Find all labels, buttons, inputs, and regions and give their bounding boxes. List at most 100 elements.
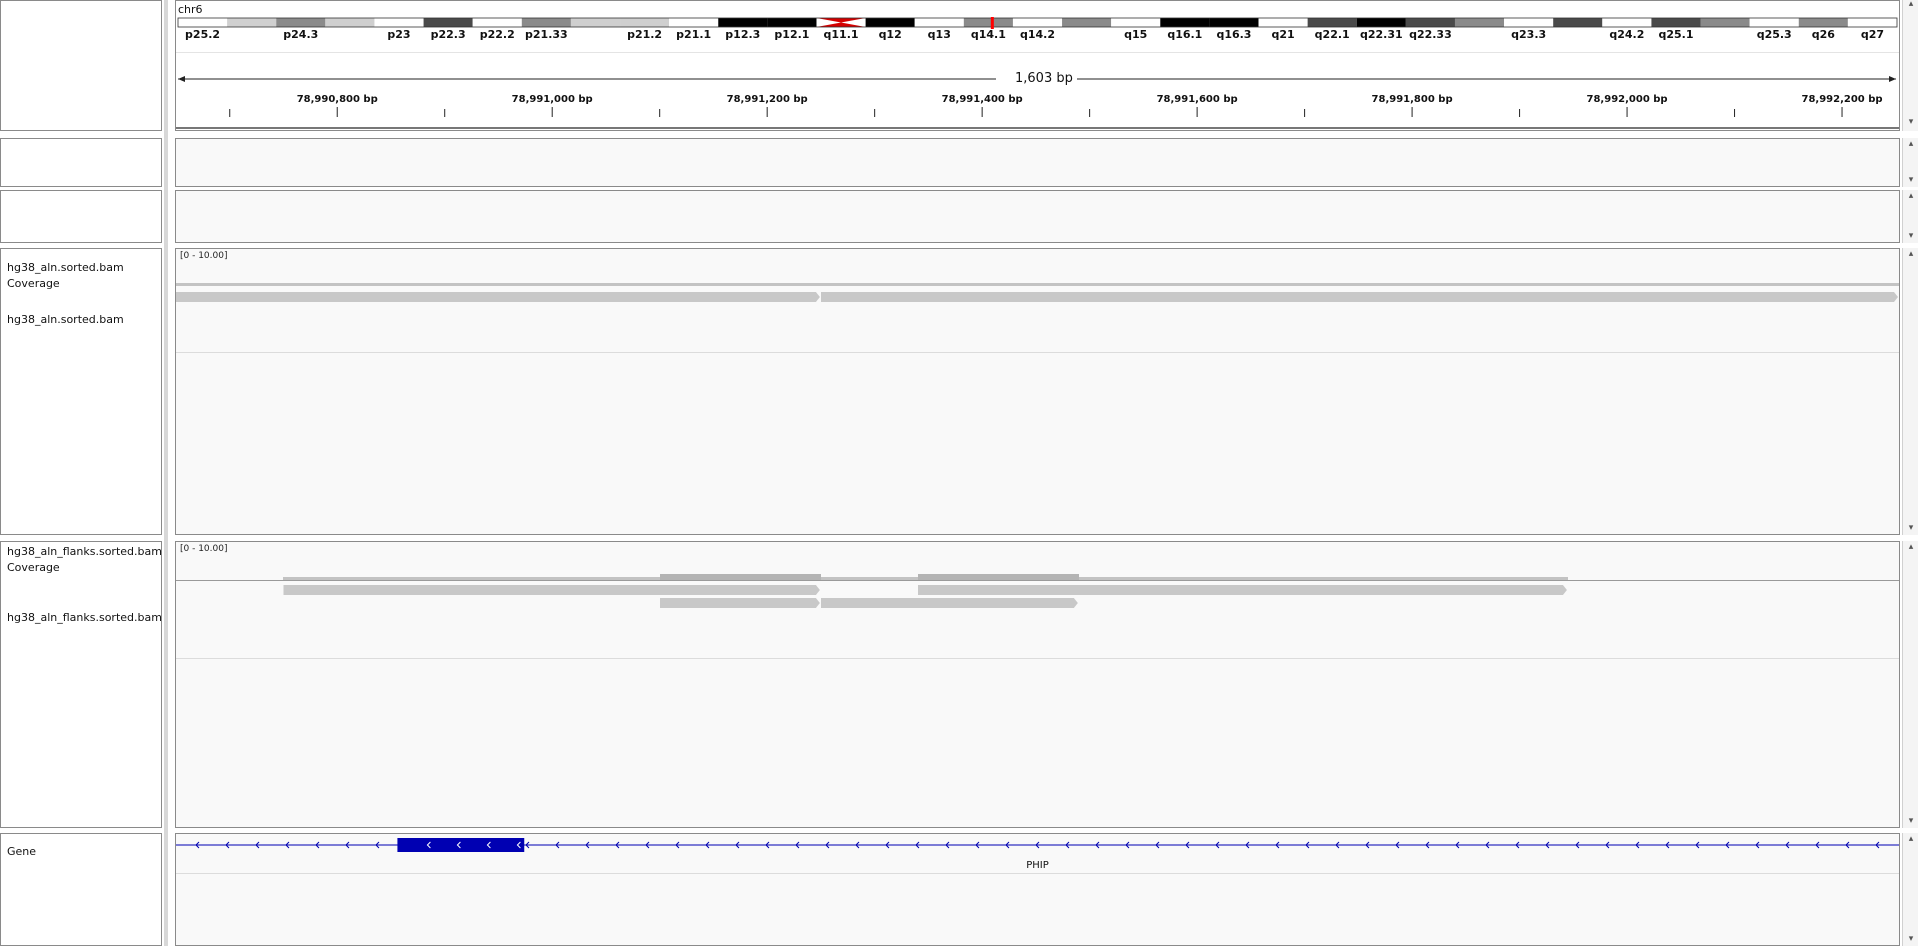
scroll-up-icon[interactable]: ▴ bbox=[1906, 543, 1916, 552]
band-p23 bbox=[374, 18, 424, 27]
ruler-tick-label: 78,990,800 bp bbox=[296, 94, 378, 105]
alignment-read[interactable] bbox=[918, 585, 1567, 595]
alignment-read[interactable] bbox=[821, 598, 1078, 608]
alignment-read[interactable] bbox=[821, 292, 1898, 302]
band-label: p21.1 bbox=[676, 28, 712, 41]
flanks-name-panel: hg38_aln_flanks.sorted.bam Coverage hg38… bbox=[0, 541, 162, 828]
flanks-track-label-background bbox=[1, 585, 161, 697]
band-q14.2 bbox=[1012, 18, 1063, 27]
band-p24.3 bbox=[276, 18, 326, 27]
gene-name-panel: Gene bbox=[0, 833, 162, 946]
band-p21.1 bbox=[669, 18, 719, 27]
band-label: q25.1 bbox=[1658, 28, 1694, 41]
scroll-up-icon[interactable]: ▴ bbox=[1906, 192, 1916, 201]
band-p25.1 bbox=[227, 18, 277, 27]
centromere bbox=[816, 18, 866, 27]
band-label: p12.3 bbox=[725, 28, 761, 41]
band-q25.3 bbox=[1749, 18, 1799, 27]
gene-name-label: PHIP bbox=[1026, 860, 1049, 871]
band-p22.2 bbox=[472, 18, 522, 27]
band-q22.1 bbox=[1307, 18, 1357, 27]
scroll-down-icon[interactable]: ▾ bbox=[1906, 118, 1916, 127]
scroll-down-icon[interactable]: ▾ bbox=[1906, 817, 1916, 826]
band-q21 bbox=[1258, 18, 1308, 27]
ruler-ticks bbox=[229, 107, 1843, 117]
band-label: q13 bbox=[927, 28, 951, 41]
aln-track-label[interactable]: hg38_aln.sorted.bam bbox=[7, 312, 124, 328]
header-data-panel: chr6 p25.2 p24.3 p23 p22.3 p22.2 p21.33 p21.2 p… bbox=[175, 0, 1900, 131]
aln-coverage-track-label[interactable]: hg38_aln.sorted.bam Coverage bbox=[7, 260, 161, 292]
band-q23.2 bbox=[1454, 18, 1505, 27]
flanks-data-panel[interactable]: [0 - 10.00] bbox=[175, 541, 1900, 828]
band-q26 bbox=[1798, 18, 1848, 27]
scroll-down-icon[interactable]: ▾ bbox=[1906, 935, 1916, 944]
scroll-down-icon[interactable]: ▾ bbox=[1906, 524, 1916, 533]
chromosome-name: chr6 bbox=[178, 3, 203, 16]
ruler-tick-label: 78,992,000 bp bbox=[1586, 94, 1668, 105]
band-label: p21.2 bbox=[627, 28, 663, 41]
aln-coverage-bar bbox=[176, 283, 1899, 286]
flanks-coverage-baseline bbox=[176, 580, 1899, 581]
band-p12.3 bbox=[718, 18, 768, 27]
ruler-tick-label: 78,991,000 bp bbox=[511, 94, 593, 105]
empty-panel-2-scrollbar[interactable]: ▴ ▾ bbox=[1902, 190, 1918, 243]
ruler-tick-label: 78,991,400 bp bbox=[941, 94, 1023, 105]
scroll-up-icon[interactable]: ▴ bbox=[1906, 835, 1916, 844]
alignment-read[interactable] bbox=[176, 292, 820, 302]
header-scrollbar[interactable]: ▴ ▾ bbox=[1902, 0, 1918, 131]
ruler-tick-label: 78,991,600 bp bbox=[1156, 94, 1238, 105]
scroll-up-icon[interactable]: ▴ bbox=[1906, 140, 1916, 149]
ruler-tick-label: 78,991,200 bp bbox=[726, 94, 808, 105]
band-label: q25.3 bbox=[1756, 28, 1792, 41]
band-p12.1 bbox=[767, 18, 817, 27]
aln-scrollbar[interactable]: ▴ ▾ bbox=[1902, 248, 1918, 535]
gene-scrollbar[interactable]: ▴ ▾ bbox=[1902, 833, 1918, 946]
band-q25.2 bbox=[1700, 18, 1750, 27]
band-label: q22.31 bbox=[1359, 28, 1403, 41]
band-label: q22.1 bbox=[1314, 28, 1350, 41]
band-q14.3 bbox=[1062, 18, 1112, 27]
panel-divider[interactable] bbox=[164, 0, 168, 946]
band-p22.3 bbox=[423, 18, 473, 27]
band-label: p12.1 bbox=[774, 28, 810, 41]
gene-data-panel[interactable]: PHIP bbox=[175, 833, 1900, 946]
band-label: p22.3 bbox=[430, 28, 466, 41]
band-label: q22.33 bbox=[1409, 28, 1452, 41]
band-label: q23.3 bbox=[1511, 28, 1547, 41]
empty-data-panel-2[interactable] bbox=[175, 190, 1900, 243]
empty-data-panel-1[interactable] bbox=[175, 138, 1900, 187]
ideogram-separator bbox=[176, 52, 1899, 53]
flanks-scrollbar[interactable]: ▴ ▾ bbox=[1902, 541, 1918, 828]
band-q22.31 bbox=[1356, 18, 1406, 27]
empty-name-panel-2 bbox=[0, 190, 162, 243]
band-q16.1 bbox=[1160, 18, 1210, 27]
scroll-up-icon[interactable]: ▴ bbox=[1906, 0, 1916, 9]
band-label: p22.2 bbox=[479, 28, 515, 41]
flanks-coverage-track-label[interactable]: hg38_aln_flanks.sorted.bam Coverage bbox=[7, 544, 165, 576]
empty-panel-1-scrollbar[interactable]: ▴ ▾ bbox=[1902, 138, 1918, 187]
band-p21.2 bbox=[620, 18, 670, 27]
band-label: q21 bbox=[1271, 28, 1295, 41]
ruler-tick-label: 78,991,800 bp bbox=[1371, 94, 1453, 105]
aln-data-panel[interactable]: [0 - 10.00] bbox=[175, 248, 1900, 535]
band-p25.2 bbox=[178, 18, 228, 27]
band-label: q16.3 bbox=[1216, 28, 1252, 41]
band-label: q24.2 bbox=[1609, 28, 1645, 41]
flanks-track-label[interactable]: hg38_aln_flanks.sorted.bam bbox=[7, 610, 162, 626]
aln-track-separator bbox=[176, 352, 1899, 353]
band-label: q26 bbox=[1811, 28, 1835, 41]
ruler-bottom-line bbox=[176, 127, 1899, 129]
band-p24.1 bbox=[325, 18, 375, 27]
alignment-read[interactable] bbox=[283, 585, 819, 595]
scroll-down-icon[interactable]: ▾ bbox=[1906, 176, 1916, 185]
band-label: q11.1 bbox=[823, 28, 859, 41]
gene-track-label[interactable]: Gene bbox=[7, 844, 36, 860]
band-q15 bbox=[1111, 18, 1161, 27]
band-label: p24.3 bbox=[283, 28, 319, 41]
aln-coverage-range: [0 - 10.00] bbox=[180, 251, 228, 261]
flanks-coverage-range: [0 - 10.00] bbox=[180, 544, 228, 554]
scroll-down-icon[interactable]: ▾ bbox=[1906, 232, 1916, 241]
scroll-up-icon[interactable]: ▴ bbox=[1906, 250, 1916, 259]
alignment-read[interactable] bbox=[660, 598, 820, 608]
band-label: p25.2 bbox=[185, 28, 221, 41]
